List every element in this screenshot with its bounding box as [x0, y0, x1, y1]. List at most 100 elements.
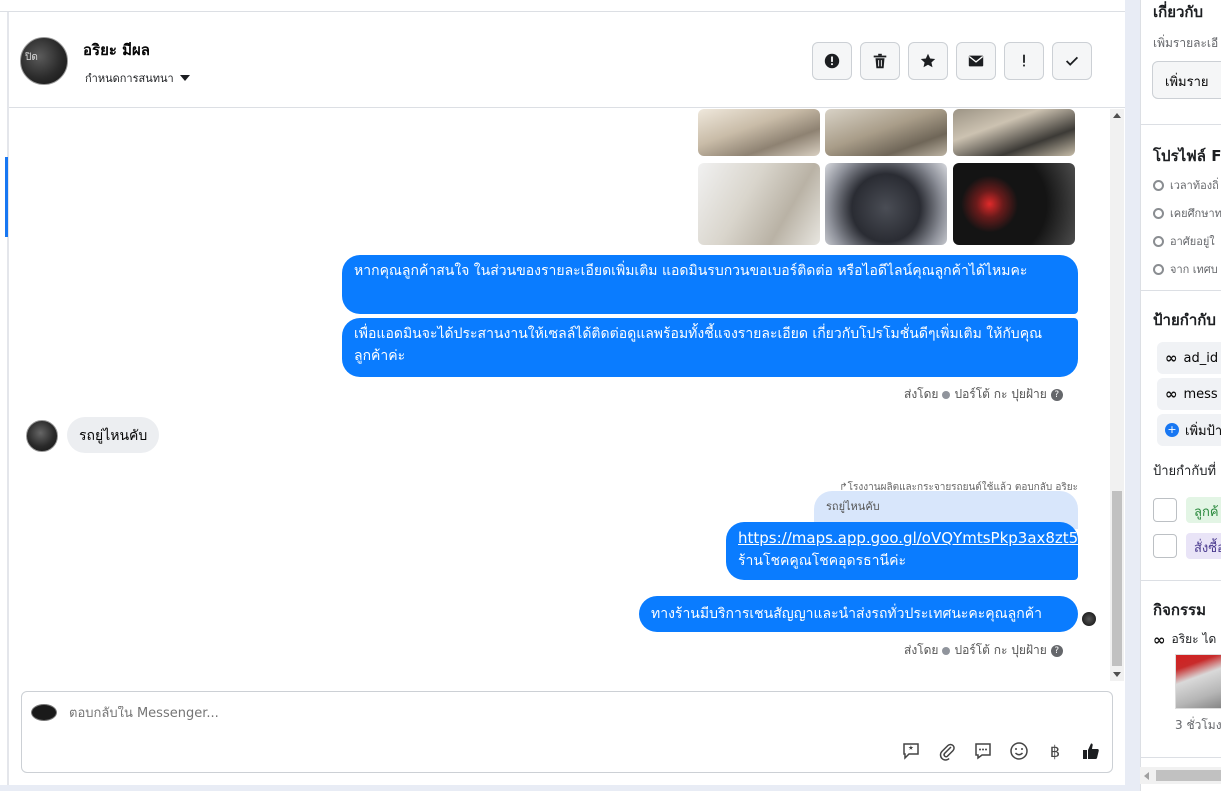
- contact-avatar[interactable]: ปิด: [20, 37, 68, 85]
- outgoing-link-message[interactable]: https://maps.app.goo.gl/oVQYmtsPkp3ax8zt…: [726, 522, 1078, 580]
- hometown-row: จาก เทศบ: [1153, 260, 1218, 278]
- scrollbar-thumb[interactable]: [1112, 491, 1122, 666]
- reply-input[interactable]: [69, 706, 769, 721]
- emoji-button[interactable]: [1008, 740, 1030, 762]
- location-pin-icon: [1153, 235, 1164, 247]
- add-label-text: เพิ่มป้า: [1185, 423, 1221, 439]
- plus-icon: +: [1165, 423, 1179, 437]
- car-interior-seats-photo[interactable]: [825, 109, 947, 156]
- sender-name: ปอร์โต้ กะ ปุยฝ้าย: [954, 387, 1047, 401]
- about-hint: เพิ่มรายละเอี: [1153, 36, 1219, 50]
- left-panel-edge: [0, 0, 8, 791]
- quick-reply-button[interactable]: [972, 740, 994, 762]
- done-button[interactable]: [1052, 42, 1092, 80]
- scroll-up-icon[interactable]: [1113, 113, 1121, 118]
- lives-in-text: อาศัยอยู่ใ: [1170, 235, 1215, 248]
- contact-name[interactable]: อริยะ มีผล: [83, 38, 150, 62]
- scroll-left-icon[interactable]: [1144, 772, 1149, 780]
- seen-avatar: [1082, 612, 1096, 626]
- thumbs-up-icon: [1083, 743, 1099, 759]
- spam-button[interactable]: [812, 42, 852, 80]
- local-time-text: เวลาท้องถิ่: [1170, 179, 1219, 192]
- payment-button[interactable]: ฿: [1044, 740, 1066, 762]
- sent-by-meta: ส่งโดย ปอร์โต้ กะ ปุยฝ้าย ?: [904, 385, 1063, 404]
- activity-heading: กิจกรรม: [1153, 601, 1206, 619]
- message-thread: หากคุณลูกค้าสนใจ ในส่วนของรายละเอียดเพิ่…: [9, 109, 1108, 681]
- activity-item: ∞ อริยะ ได: [1153, 630, 1216, 649]
- divider: [1141, 124, 1221, 125]
- outgoing-message[interactable]: ทางร้านมีบริการเชนสัญญาและนำส่งรถทั่วประ…: [639, 596, 1078, 632]
- outgoing-message[interactable]: หากคุณลูกค้าสนใจ ในส่วนของรายละเอียดเพิ่…: [342, 255, 1078, 314]
- car-gauge-cluster-photo[interactable]: [953, 163, 1075, 245]
- profile-heading: โปรไฟล์ F: [1153, 147, 1221, 165]
- saved-reply-button[interactable]: [900, 740, 922, 762]
- car-engine-bay-photo[interactable]: [825, 163, 947, 245]
- suggested-label-checkbox[interactable]: [1153, 498, 1177, 522]
- verified-icon: [942, 390, 951, 399]
- add-label-button[interactable]: + เพิ่มป้า: [1157, 414, 1221, 446]
- sidebar-horizontal-scrollbar[interactable]: [1140, 767, 1221, 784]
- car-interior-front-photo[interactable]: [698, 109, 820, 156]
- attach-button[interactable]: [936, 740, 958, 762]
- conversation-toolbar: [812, 42, 1092, 80]
- suggested-label-order[interactable]: สั่งซื้อ: [1186, 533, 1221, 559]
- message-composer: ฿: [21, 691, 1113, 773]
- trash-icon: [873, 53, 887, 69]
- activity-time: 3 ชั่วโมง: [1175, 718, 1221, 732]
- outgoing-message[interactable]: เพื่อแอดมินจะได้ประสานงานให้เซลล์ได้ติดต…: [342, 318, 1078, 377]
- delete-button[interactable]: [860, 42, 900, 80]
- divider: [1141, 757, 1221, 758]
- star-button[interactable]: [908, 42, 948, 80]
- star-icon: [920, 53, 936, 68]
- mark-unread-button[interactable]: [956, 42, 996, 80]
- page-logo: [31, 704, 57, 721]
- label-messenger[interactable]: ∞ mess: [1157, 378, 1221, 410]
- label-ad-id[interactable]: ∞ ad_id: [1157, 342, 1221, 374]
- sent-by-label: ส่งโดย: [904, 643, 939, 657]
- meta-icon: ∞: [1165, 385, 1178, 403]
- help-icon[interactable]: ?: [1050, 388, 1063, 401]
- contact-details-sidebar: เกี่ยวกับ เพิ่มรายละเอี เพิ่มราย โปรไฟล์…: [1140, 0, 1221, 791]
- clock-icon: [1153, 179, 1164, 191]
- top-border: [0, 0, 1125, 12]
- suggested-label-checkbox[interactable]: [1153, 534, 1177, 558]
- car-door-panel-photo[interactable]: [698, 163, 820, 245]
- scroll-down-icon[interactable]: [1113, 672, 1121, 677]
- like-button[interactable]: [1080, 740, 1102, 762]
- hometown-text: จาก เทศบ: [1170, 263, 1218, 276]
- labels-heading: ป้ายกำกับ: [1153, 311, 1216, 329]
- education-text: เคยศึกษาท: [1170, 207, 1221, 220]
- comment-icon: [975, 743, 991, 760]
- activity-text: อริยะ ได: [1171, 632, 1217, 646]
- meta-icon: ∞: [1165, 349, 1178, 367]
- graduation-cap-icon: [1153, 207, 1164, 219]
- map-link[interactable]: https://maps.app.goo.gl/oVQYmtsPkp3ax8zt…: [738, 529, 1078, 547]
- schedule-dropdown[interactable]: กำหนดการสนทนา: [85, 69, 190, 87]
- divider: [1141, 580, 1221, 581]
- follow-up-button[interactable]: [1004, 42, 1044, 80]
- sent-by-meta: ส่งโดย ปอร์โต้ กะ ปุยฝ้าย ?: [904, 641, 1063, 660]
- contact-avatar-small[interactable]: [26, 420, 58, 452]
- car-interior-rear-photo[interactable]: [953, 109, 1075, 156]
- scrollbar-thumb[interactable]: [1156, 770, 1221, 781]
- add-details-button[interactable]: เพิ่มราย: [1152, 61, 1221, 99]
- location-pin-icon: [1153, 263, 1164, 275]
- alert-circle-icon: [824, 53, 840, 69]
- education-row: เคยศึกษาท: [1153, 204, 1221, 222]
- suggested-label-customer[interactable]: ลูกค้: [1186, 497, 1221, 523]
- paperclip-icon: [939, 743, 955, 761]
- local-time-row: เวลาท้องถิ่: [1153, 176, 1219, 194]
- chevron-down-icon: [179, 75, 190, 81]
- link-caption: ร้านโชคคูณโชคอุดรธานีค่ะ: [738, 553, 906, 569]
- check-icon: [1065, 56, 1079, 66]
- label-text: ad_id: [1183, 350, 1219, 366]
- incoming-message[interactable]: รถยู่ไหนคับ: [67, 417, 160, 453]
- smiley-icon: [1010, 742, 1028, 760]
- help-icon[interactable]: ?: [1050, 644, 1063, 657]
- meta-icon: ∞: [1153, 630, 1166, 649]
- schedule-label: กำหนดการสนทนา: [85, 72, 174, 85]
- activity-ad-thumbnail[interactable]: [1175, 654, 1221, 709]
- label-text: mess: [1183, 386, 1218, 402]
- about-heading: เกี่ยวกับ: [1153, 3, 1204, 21]
- thread-scrollbar[interactable]: [1110, 109, 1124, 681]
